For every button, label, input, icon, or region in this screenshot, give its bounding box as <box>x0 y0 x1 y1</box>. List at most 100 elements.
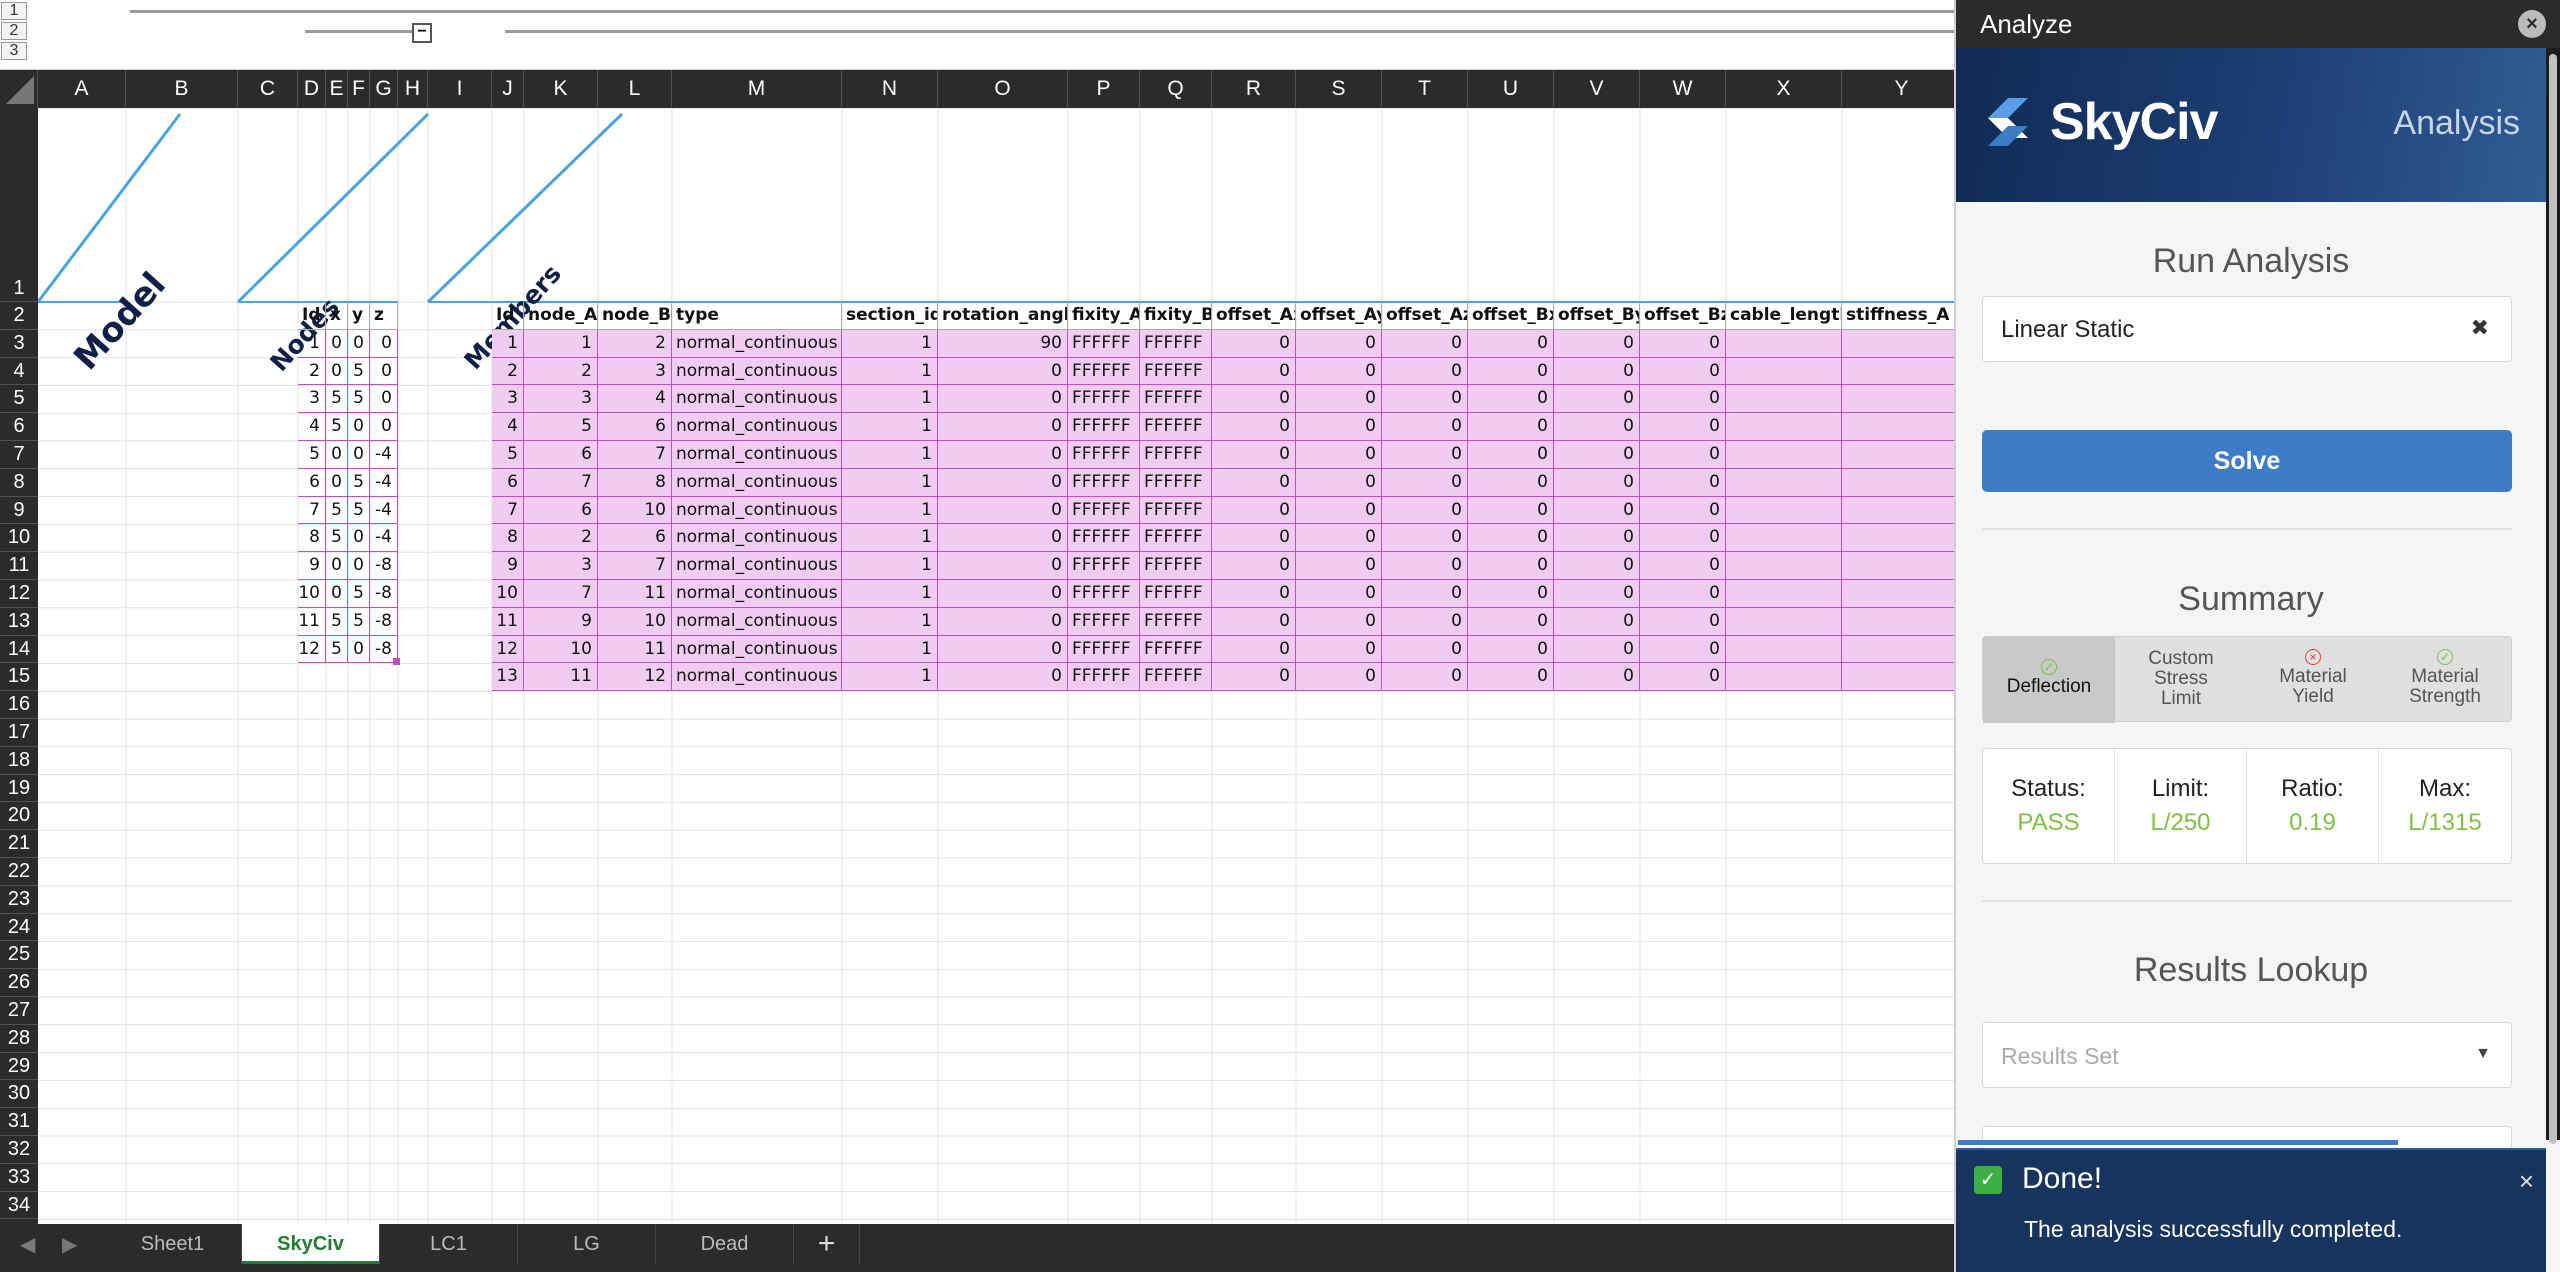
nodes-cell[interactable]: 2 <box>298 357 326 386</box>
sheet-tab-dead[interactable]: Dead <box>656 1224 794 1264</box>
members-cell[interactable]: 0 <box>1296 413 1382 441</box>
column-header-m[interactable]: M <box>672 70 842 108</box>
members-cell[interactable]: 1 <box>842 468 938 497</box>
members-cell[interactable]: 0 <box>1212 663 1296 692</box>
members-cell[interactable] <box>1842 607 1954 636</box>
members-cell[interactable]: normal_continuous <box>672 329 842 358</box>
column-header-s[interactable]: S <box>1296 70 1382 108</box>
members-cell[interactable]: 0 <box>1296 580 1382 608</box>
members-cell[interactable]: 0 <box>1212 607 1296 636</box>
fill-handle[interactable] <box>393 658 400 666</box>
members-cell[interactable]: 1 <box>842 607 938 636</box>
members-cell[interactable]: 6 <box>524 441 598 469</box>
members-cell[interactable]: 0 <box>1468 552 1554 580</box>
members-cell[interactable]: 11 <box>598 580 672 608</box>
members-cell[interactable]: 0 <box>1468 385 1554 414</box>
nodes-cell[interactable]: 5 <box>326 635 348 664</box>
row-header-16[interactable]: 16 <box>0 691 38 719</box>
members-cell[interactable]: FFFFFF <box>1140 524 1212 553</box>
column-header-b[interactable]: B <box>126 70 238 108</box>
nodes-cell[interactable]: 3 <box>298 385 326 414</box>
members-cell[interactable]: FFFFFF <box>1068 468 1140 497</box>
nodes-cell[interactable]: 0 <box>326 329 348 358</box>
members-header-cell[interactable]: offset_Bz <box>1640 302 1726 330</box>
members-cell[interactable]: 0 <box>1554 468 1640 497</box>
row-header-21[interactable]: 21 <box>0 830 38 858</box>
select-all-corner[interactable] <box>0 70 38 108</box>
nodes-cell[interactable]: 0 <box>370 385 398 414</box>
members-cell[interactable]: 12 <box>492 635 524 664</box>
members-cell[interactable]: FFFFFF <box>1140 663 1212 692</box>
members-cell[interactable]: 3 <box>598 357 672 386</box>
members-cell[interactable]: FFFFFF <box>1068 663 1140 692</box>
column-header-d[interactable]: D <box>298 70 326 108</box>
members-cell[interactable] <box>1726 413 1842 441</box>
members-cell[interactable]: 0 <box>1296 663 1382 692</box>
nodes-header-cell[interactable]: z <box>370 302 398 330</box>
column-header-k[interactable]: K <box>524 70 598 108</box>
members-cell[interactable]: normal_continuous <box>672 441 842 469</box>
members-cell[interactable]: FFFFFF <box>1140 496 1212 525</box>
row-header-6[interactable]: 6 <box>0 413 38 441</box>
nodes-cell[interactable]: -4 <box>370 468 398 497</box>
column-header-c[interactable]: C <box>238 70 298 108</box>
nodes-cell[interactable]: 5 <box>326 496 348 525</box>
members-cell[interactable]: 0 <box>1296 357 1382 386</box>
column-header-l[interactable]: L <box>598 70 672 108</box>
prev-sheet-arrow-icon[interactable]: ◀ <box>20 1232 35 1257</box>
members-cell[interactable]: 6 <box>598 413 672 441</box>
row-header-13[interactable]: 13 <box>0 608 38 636</box>
nodes-cell[interactable]: 5 <box>348 496 370 525</box>
nodes-cell[interactable]: 7 <box>298 496 326 525</box>
nodes-cell[interactable]: 0 <box>326 468 348 497</box>
members-cell[interactable]: 0 <box>1468 468 1554 497</box>
members-cell[interactable]: 0 <box>938 413 1068 441</box>
nodes-header-cell[interactable]: y <box>348 302 370 330</box>
nodes-cell[interactable]: 0 <box>348 524 370 553</box>
members-cell[interactable]: FFFFFF <box>1068 607 1140 636</box>
members-cell[interactable]: 0 <box>1212 524 1296 553</box>
nodes-cell[interactable]: 0 <box>370 413 398 441</box>
members-cell[interactable] <box>1726 524 1842 553</box>
nodes-cell[interactable]: -8 <box>370 552 398 580</box>
outline-level-1-button[interactable]: 1 <box>1 2 27 20</box>
members-cell[interactable]: 0 <box>1382 441 1468 469</box>
members-cell[interactable]: 0 <box>1296 552 1382 580</box>
row-header-12[interactable]: 12 <box>0 580 38 608</box>
row-header-22[interactable]: 22 <box>0 858 38 886</box>
members-cell[interactable]: 4 <box>598 385 672 414</box>
members-cell[interactable]: 3 <box>524 385 598 414</box>
sheet-grid[interactable]: Model Nodes Members Id x y z 1 0 0 0 2 0 5 0 3 5 5 0 4 5 0… <box>38 108 1954 1224</box>
row-header-32[interactable]: 32 <box>0 1136 38 1164</box>
outline-level-2-button[interactable]: 2 <box>1 22 27 40</box>
members-cell[interactable]: 10 <box>598 607 672 636</box>
nodes-cell[interactable]: 0 <box>370 329 398 358</box>
members-cell[interactable]: FFFFFF <box>1068 441 1140 469</box>
members-header-cell[interactable]: fixity_A <box>1068 302 1140 330</box>
members-header-cell[interactable]: offset_By <box>1554 302 1640 330</box>
members-header-cell[interactable]: offset_Az <box>1382 302 1468 330</box>
members-cell[interactable]: 0 <box>1640 580 1726 608</box>
members-cell[interactable]: 7 <box>492 496 524 525</box>
nodes-cell[interactable]: 5 <box>348 607 370 636</box>
members-cell[interactable]: 0 <box>1212 357 1296 386</box>
members-cell[interactable]: 6 <box>524 496 598 525</box>
members-cell[interactable]: 0 <box>1296 524 1382 553</box>
members-cell[interactable]: 0 <box>1296 607 1382 636</box>
members-cell[interactable]: 1 <box>842 413 938 441</box>
members-cell[interactable]: 11 <box>598 635 672 664</box>
members-cell[interactable] <box>1726 357 1842 386</box>
nodes-header-cell[interactable]: Id <box>298 302 326 330</box>
nodes-cell[interactable]: 5 <box>298 441 326 469</box>
members-header-cell[interactable]: cable_length <box>1726 302 1842 330</box>
members-cell[interactable]: 0 <box>1554 580 1640 608</box>
row-header-17[interactable]: 17 <box>0 719 38 747</box>
row-header-1[interactable]: 1 <box>0 108 38 302</box>
members-cell[interactable]: 0 <box>1468 413 1554 441</box>
row-header-26[interactable]: 26 <box>0 969 38 997</box>
members-cell[interactable]: 0 <box>1468 635 1554 664</box>
members-cell[interactable]: 0 <box>1382 385 1468 414</box>
members-cell[interactable]: FFFFFF <box>1068 496 1140 525</box>
nodes-cell[interactable]: 5 <box>348 468 370 497</box>
members-cell[interactable]: normal_continuous <box>672 635 842 664</box>
